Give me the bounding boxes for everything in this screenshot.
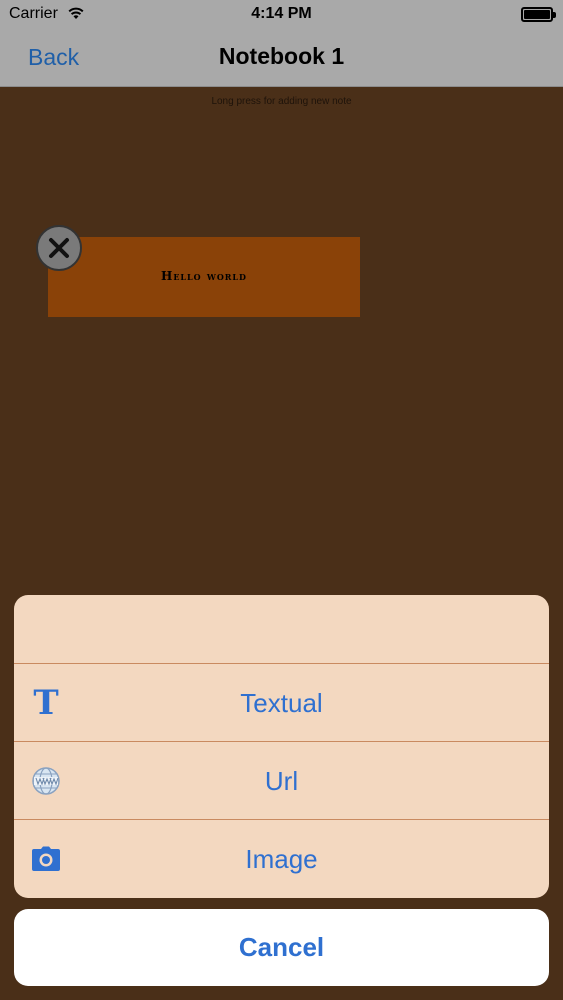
cancel-label: Cancel <box>238 932 325 962</box>
navigation-bar: Back Notebook 1 <box>0 30 563 87</box>
close-icon <box>49 238 69 258</box>
battery-icon <box>521 7 556 22</box>
status-bar: Carrier 4:14 PM <box>0 0 563 30</box>
action-image-label: Image <box>245 844 318 874</box>
status-time: 4:14 PM <box>251 5 312 22</box>
note-card[interactable]: Hello world <box>48 237 360 317</box>
action-textual[interactable]: T Textual <box>14 664 549 742</box>
note-text: Hello world <box>161 269 247 283</box>
cancel-button[interactable]: Cancel <box>14 909 549 986</box>
action-url-label: Url <box>264 766 299 796</box>
action-textual-label: Textual <box>240 688 323 718</box>
action-sheet: T Textual Url Image <box>14 595 549 898</box>
action-url[interactable]: Url <box>14 742 549 820</box>
delete-note-button[interactable] <box>36 225 82 271</box>
action-sheet-header <box>14 595 549 664</box>
action-image[interactable]: Image <box>14 820 549 898</box>
hint-text: Long press for adding new note <box>211 96 352 107</box>
page-title: Notebook 1 <box>218 43 345 69</box>
